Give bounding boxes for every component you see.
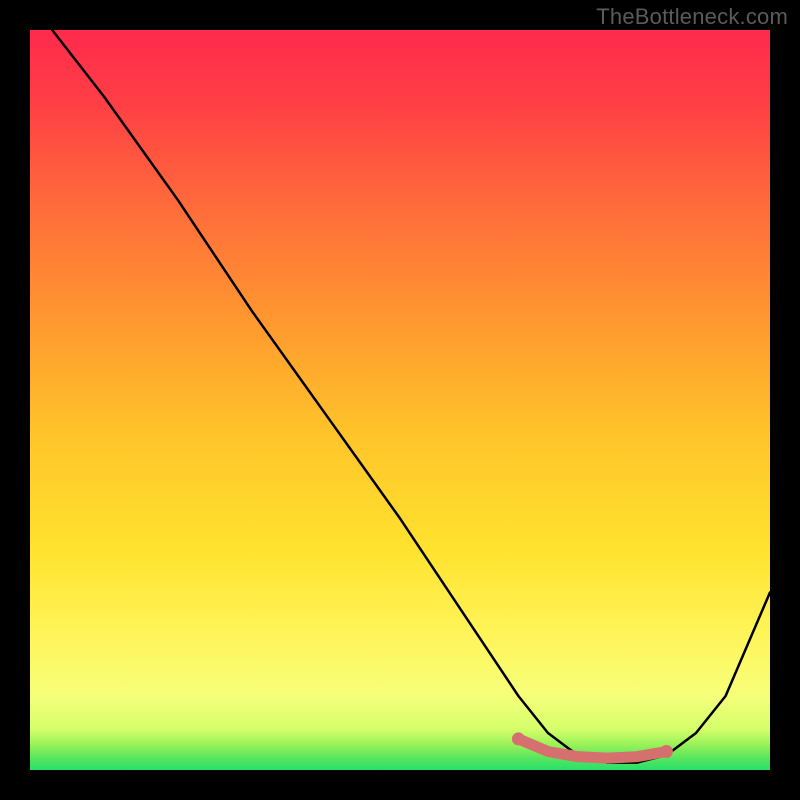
watermark-text: TheBottleneck.com: [596, 4, 788, 30]
highlight-endpoint: [512, 732, 525, 745]
plot-background: [30, 30, 770, 770]
chart-container: TheBottleneck.com: [0, 0, 800, 800]
bottleneck-chart: [0, 0, 800, 800]
highlight-endpoint: [660, 745, 673, 758]
